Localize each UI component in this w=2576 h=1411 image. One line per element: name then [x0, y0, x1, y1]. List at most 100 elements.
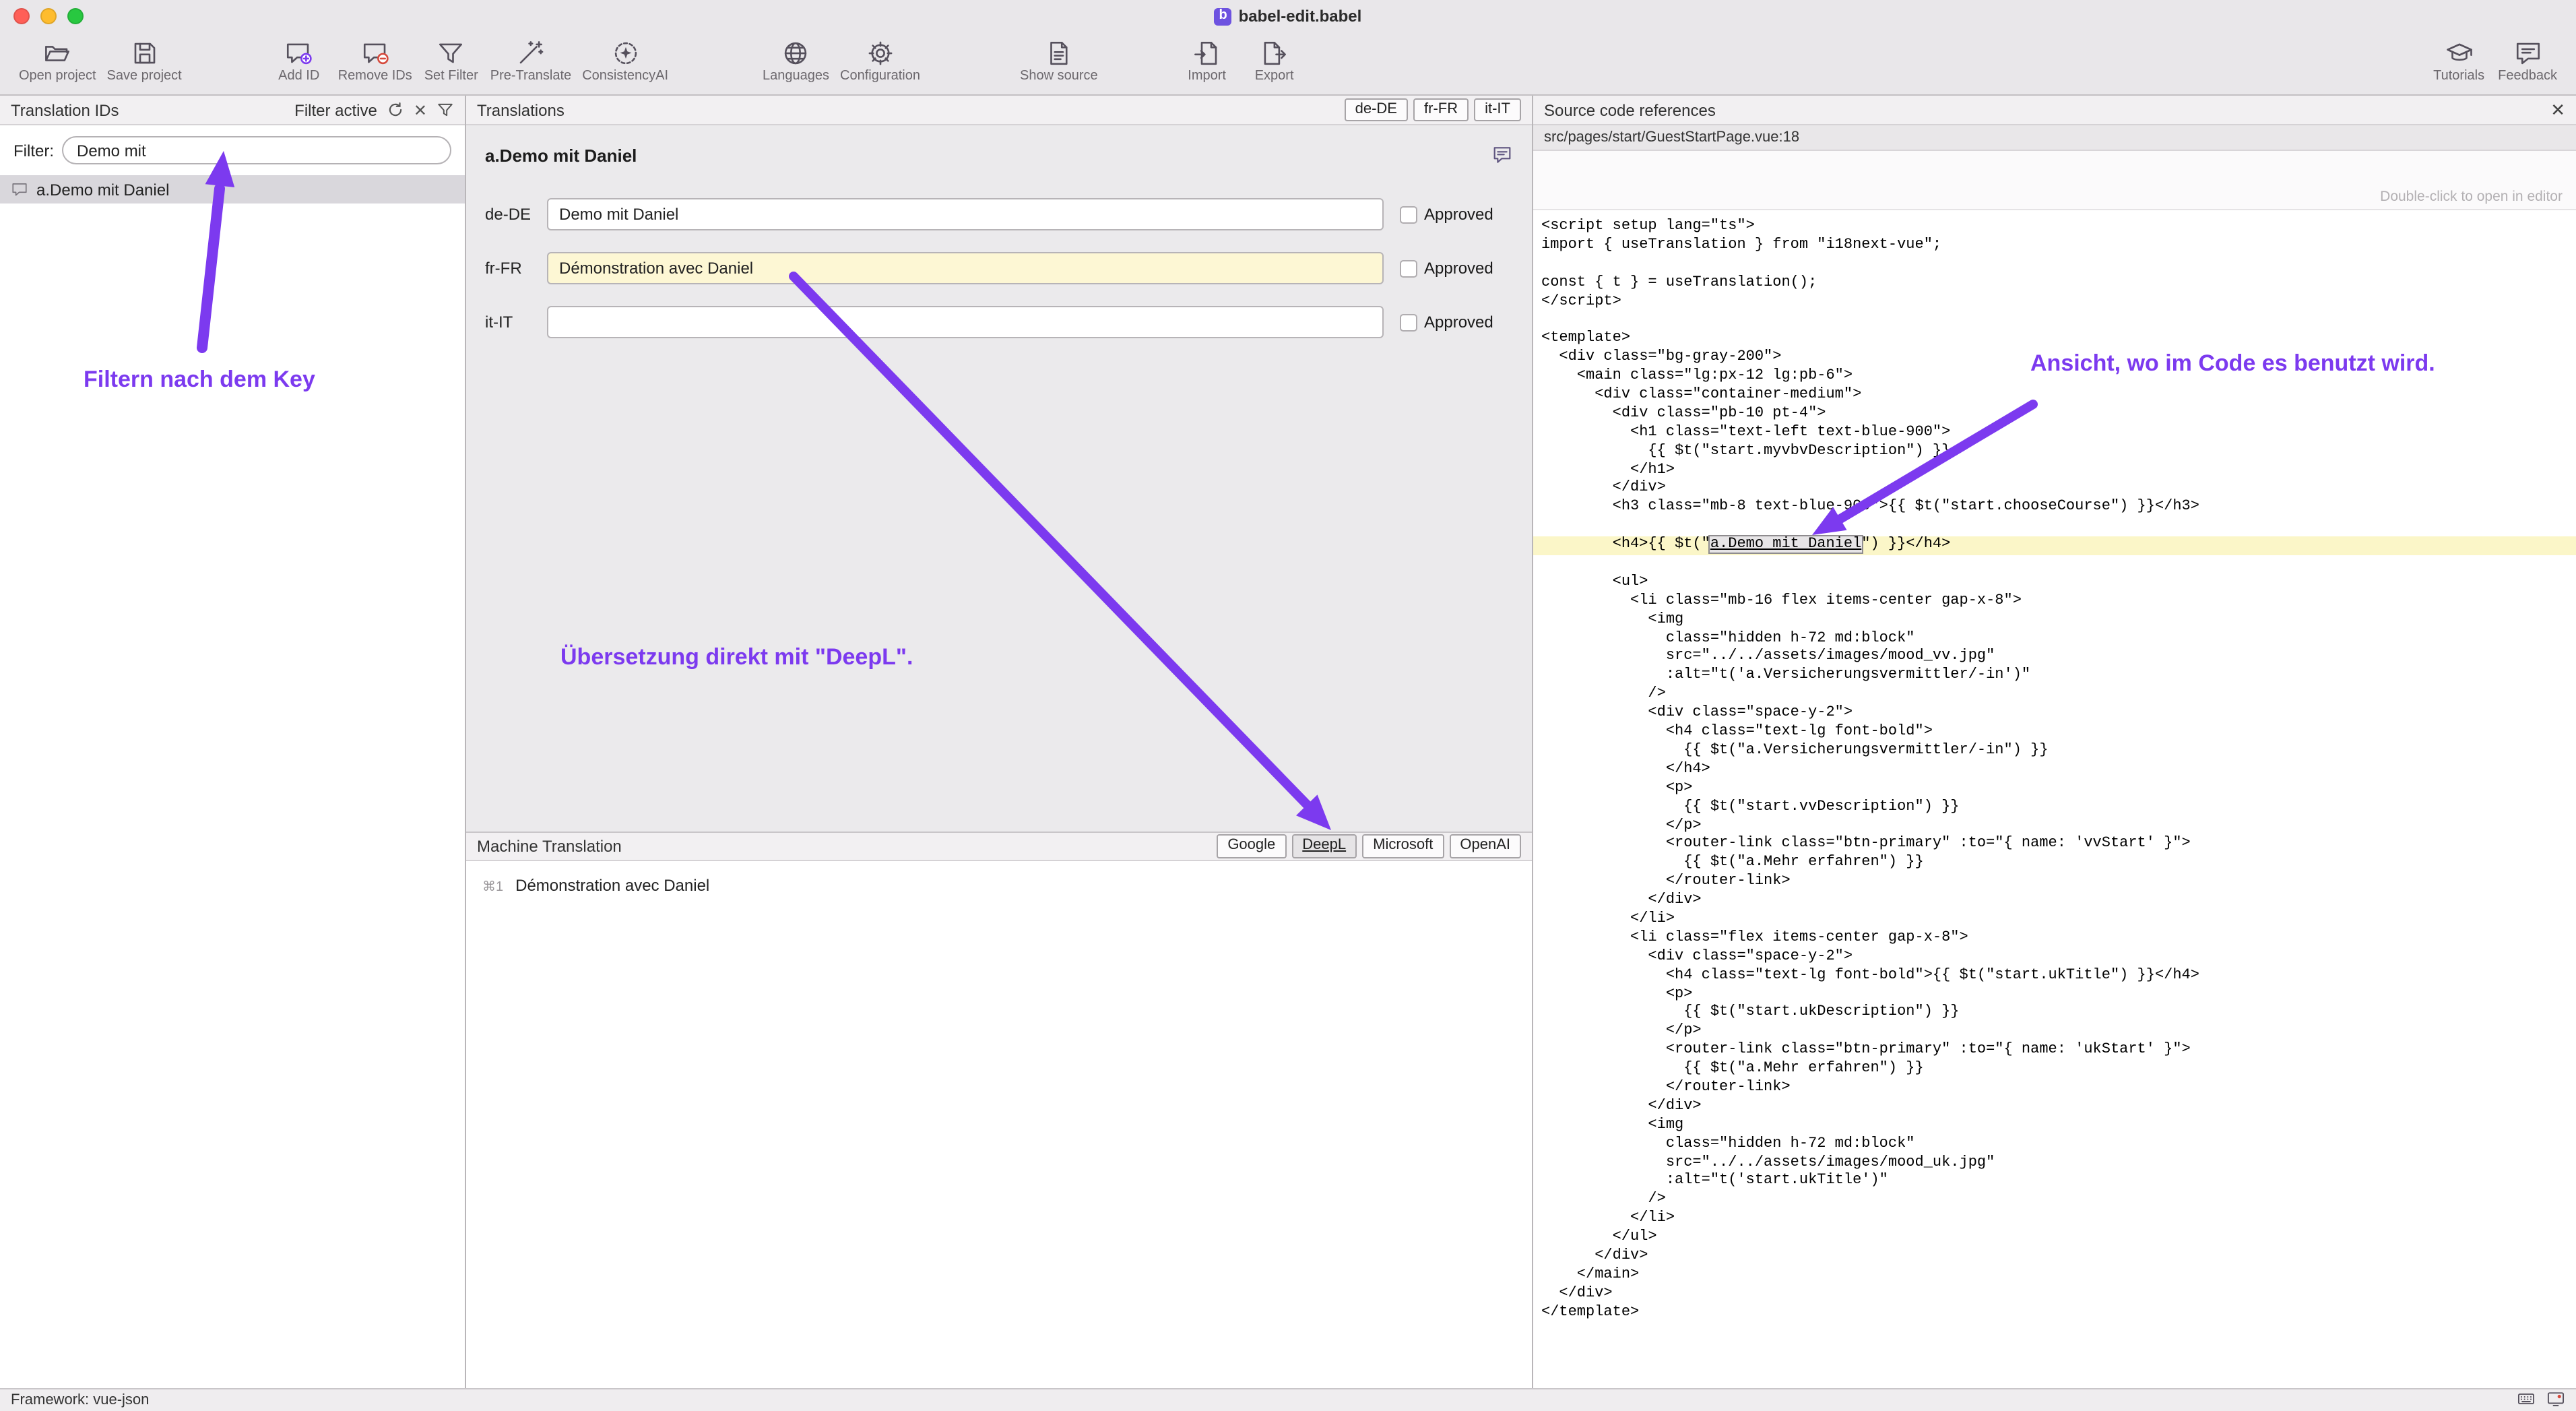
code-line: <div class="pb-10 pt-4">	[1541, 406, 2576, 425]
translation-input-it-IT[interactable]	[547, 306, 1384, 338]
keyboard-shortcuts-icon[interactable]	[2517, 1389, 2536, 1411]
approved-label: Approved	[1424, 313, 1493, 332]
wand-icon	[517, 38, 545, 67]
entry-title: a.Demo mit Daniel	[485, 145, 637, 165]
toolbar-feedback-button[interactable]: Feedback	[2492, 38, 2563, 84]
approved-control: Approved	[1400, 205, 1513, 224]
code-line	[1541, 256, 2576, 275]
translation-id-list[interactable]: a.Demo mit Daniel	[0, 175, 465, 1388]
globe-icon	[782, 38, 810, 67]
titlebar: b babel-edit.babel	[0, 0, 2576, 32]
import-icon	[1193, 38, 1221, 67]
entry-head: a.Demo mit Daniel	[485, 144, 1513, 166]
zoom-window-button[interactable]	[67, 8, 84, 24]
code-line: <div class="space-y-2">	[1541, 948, 2576, 967]
toolbar-label: Languages	[763, 69, 829, 84]
toolbar-configuration-button[interactable]: Configuration	[835, 38, 926, 84]
translation-row-fr-FR: fr-FRApproved	[485, 252, 1513, 284]
screen-recording-icon[interactable]	[2546, 1389, 2565, 1411]
mt-suggestion-row[interactable]: ⌘1 Démonstration avec Daniel	[482, 876, 1516, 895]
translation-row-it-IT: it-IT Approved	[485, 306, 1513, 338]
save-icon	[130, 38, 158, 67]
approved-checkbox[interactable]	[1400, 259, 1417, 277]
toolbar-open-project-button[interactable]: Open project	[13, 38, 102, 84]
toolbar-consistency-ai-button[interactable]: ConsistencyAI	[577, 38, 674, 84]
filter-row: Filter:	[0, 125, 465, 175]
code-line: <router-link class="btn-primary" :to="{ …	[1541, 836, 2576, 855]
code-line: </p>	[1541, 817, 2576, 836]
toolbar-languages-button[interactable]: Languages	[757, 38, 835, 84]
toolbar-set-filter-button[interactable]: Set Filter	[418, 38, 485, 84]
toolbar-remove-ids-button[interactable]: Remove IDs	[333, 38, 418, 84]
code-line: <div class="bg-gray-200">	[1541, 349, 2576, 368]
code-line: import { useTranslation } from "i18next-…	[1541, 237, 2576, 256]
code-line: {{ $t("start.vvDescription") }}	[1541, 798, 2576, 817]
code-line: class="hidden h-72 md:block"	[1541, 630, 2576, 649]
window-title: babel-edit.babel	[1239, 7, 1362, 26]
approved-checkbox[interactable]	[1400, 206, 1417, 223]
engine-button-deepl[interactable]: DeepL	[1291, 834, 1357, 858]
code-line: </h1>	[1541, 462, 2576, 480]
code-line: <script setup lang="ts">	[1541, 218, 2576, 237]
language-tag-de-DE[interactable]: de-DE	[1345, 98, 1408, 122]
toolbar-label: Export	[1255, 69, 1294, 84]
toolbar-add-id-button[interactable]: Add ID	[265, 38, 333, 84]
code-line: :alt="t('a.Versicherungsvermittler/-in')…	[1541, 668, 2576, 687]
code-line: <li class="mb-16 flex items-center gap-x…	[1541, 593, 2576, 612]
source-file-reference[interactable]: src/pages/start/GuestStartPage.vue:18	[1533, 125, 2576, 151]
machine-translation-title: Machine Translation	[477, 837, 622, 856]
comment-icon[interactable]	[1491, 144, 1513, 166]
code-line: <h4 class="text-lg font-bold">{{ $t("sta…	[1541, 967, 2576, 986]
toolbar-label: Open project	[19, 69, 96, 84]
code-line: src="../../assets/images/mood_uk.jpg"	[1541, 1154, 2576, 1173]
translation-id-item[interactable]: a.Demo mit Daniel	[0, 175, 465, 203]
translation-input-de-DE[interactable]	[547, 198, 1384, 230]
code-line: <ul>	[1541, 574, 2576, 593]
toolbar-label: Remove IDs	[338, 69, 412, 84]
filter-input[interactable]	[62, 136, 451, 164]
toolbar-label: Save project	[107, 69, 182, 84]
machine-translation-section: Machine Translation GoogleDeepLMicrosoft…	[466, 832, 1532, 1388]
language-label: it-IT	[485, 313, 547, 332]
filter-icon[interactable]	[437, 101, 454, 119]
toolbar-tutorials-button[interactable]: Tutorials	[2425, 38, 2492, 84]
close-window-button[interactable]	[13, 8, 30, 24]
translation-key-reference[interactable]: a.Demo mit Daniel	[1710, 536, 1861, 553]
highlighted-code-line: <h4>{{ $t("a.Demo mit Daniel") }}</h4>	[1533, 536, 2576, 555]
filter-label: Filter:	[13, 141, 54, 160]
minimize-window-button[interactable]	[40, 8, 57, 24]
translation-row-de-DE: de-DEApproved	[485, 198, 1513, 230]
code-line: <div class="space-y-2">	[1541, 705, 2576, 724]
code-line: </div>	[1541, 892, 2576, 911]
tutorials-icon	[2445, 38, 2473, 67]
clear-filter-icon[interactable]: ✕	[414, 100, 427, 119]
mt-suggestion-text: Démonstration avec Daniel	[515, 876, 709, 895]
toolbar-import-button[interactable]: Import	[1173, 38, 1241, 84]
language-tag-fr-FR[interactable]: fr-FR	[1413, 98, 1469, 122]
toolbar-export-button[interactable]: Export	[1241, 38, 1308, 84]
toolbar-save-project-button[interactable]: Save project	[102, 38, 187, 84]
toolbar-label: Import	[1188, 69, 1226, 84]
toolbar-pre-translate-button[interactable]: Pre-Translate	[485, 38, 577, 84]
engine-button-microsoft[interactable]: Microsoft	[1362, 834, 1444, 858]
code-line: {{ $t("start.ukDescription") }}	[1541, 1005, 2576, 1024]
translation-input-fr-FR[interactable]	[547, 252, 1384, 284]
gear-icon	[866, 38, 895, 67]
close-panel-icon[interactable]: ✕	[2550, 99, 2565, 121]
source-code-view[interactable]: <script setup lang="ts">import { useTran…	[1533, 210, 2576, 1388]
toolbar-show-source-button[interactable]: Show source	[1015, 38, 1103, 84]
machine-translation-content: ⌘1 Démonstration avec Daniel	[466, 861, 1532, 1388]
approved-label: Approved	[1424, 259, 1493, 278]
code-line: {{ $t("a.Versicherungsvermittler/-in") }…	[1541, 743, 2576, 761]
code-line: </ul>	[1541, 1229, 2576, 1248]
machine-translation-header: Machine Translation GoogleDeepLMicrosoft…	[466, 832, 1532, 861]
engine-button-openai[interactable]: OpenAI	[1449, 834, 1521, 858]
engine-button-google[interactable]: Google	[1217, 834, 1286, 858]
code-line	[1541, 518, 2576, 537]
language-tag-it-IT[interactable]: it-IT	[1474, 98, 1521, 122]
code-line: </div>	[1541, 1098, 2576, 1117]
code-line: <img	[1541, 611, 2576, 630]
code-line: <router-link class="btn-primary" :to="{ …	[1541, 1042, 2576, 1061]
approved-checkbox[interactable]	[1400, 313, 1417, 331]
refresh-filter-icon[interactable]	[387, 101, 404, 119]
